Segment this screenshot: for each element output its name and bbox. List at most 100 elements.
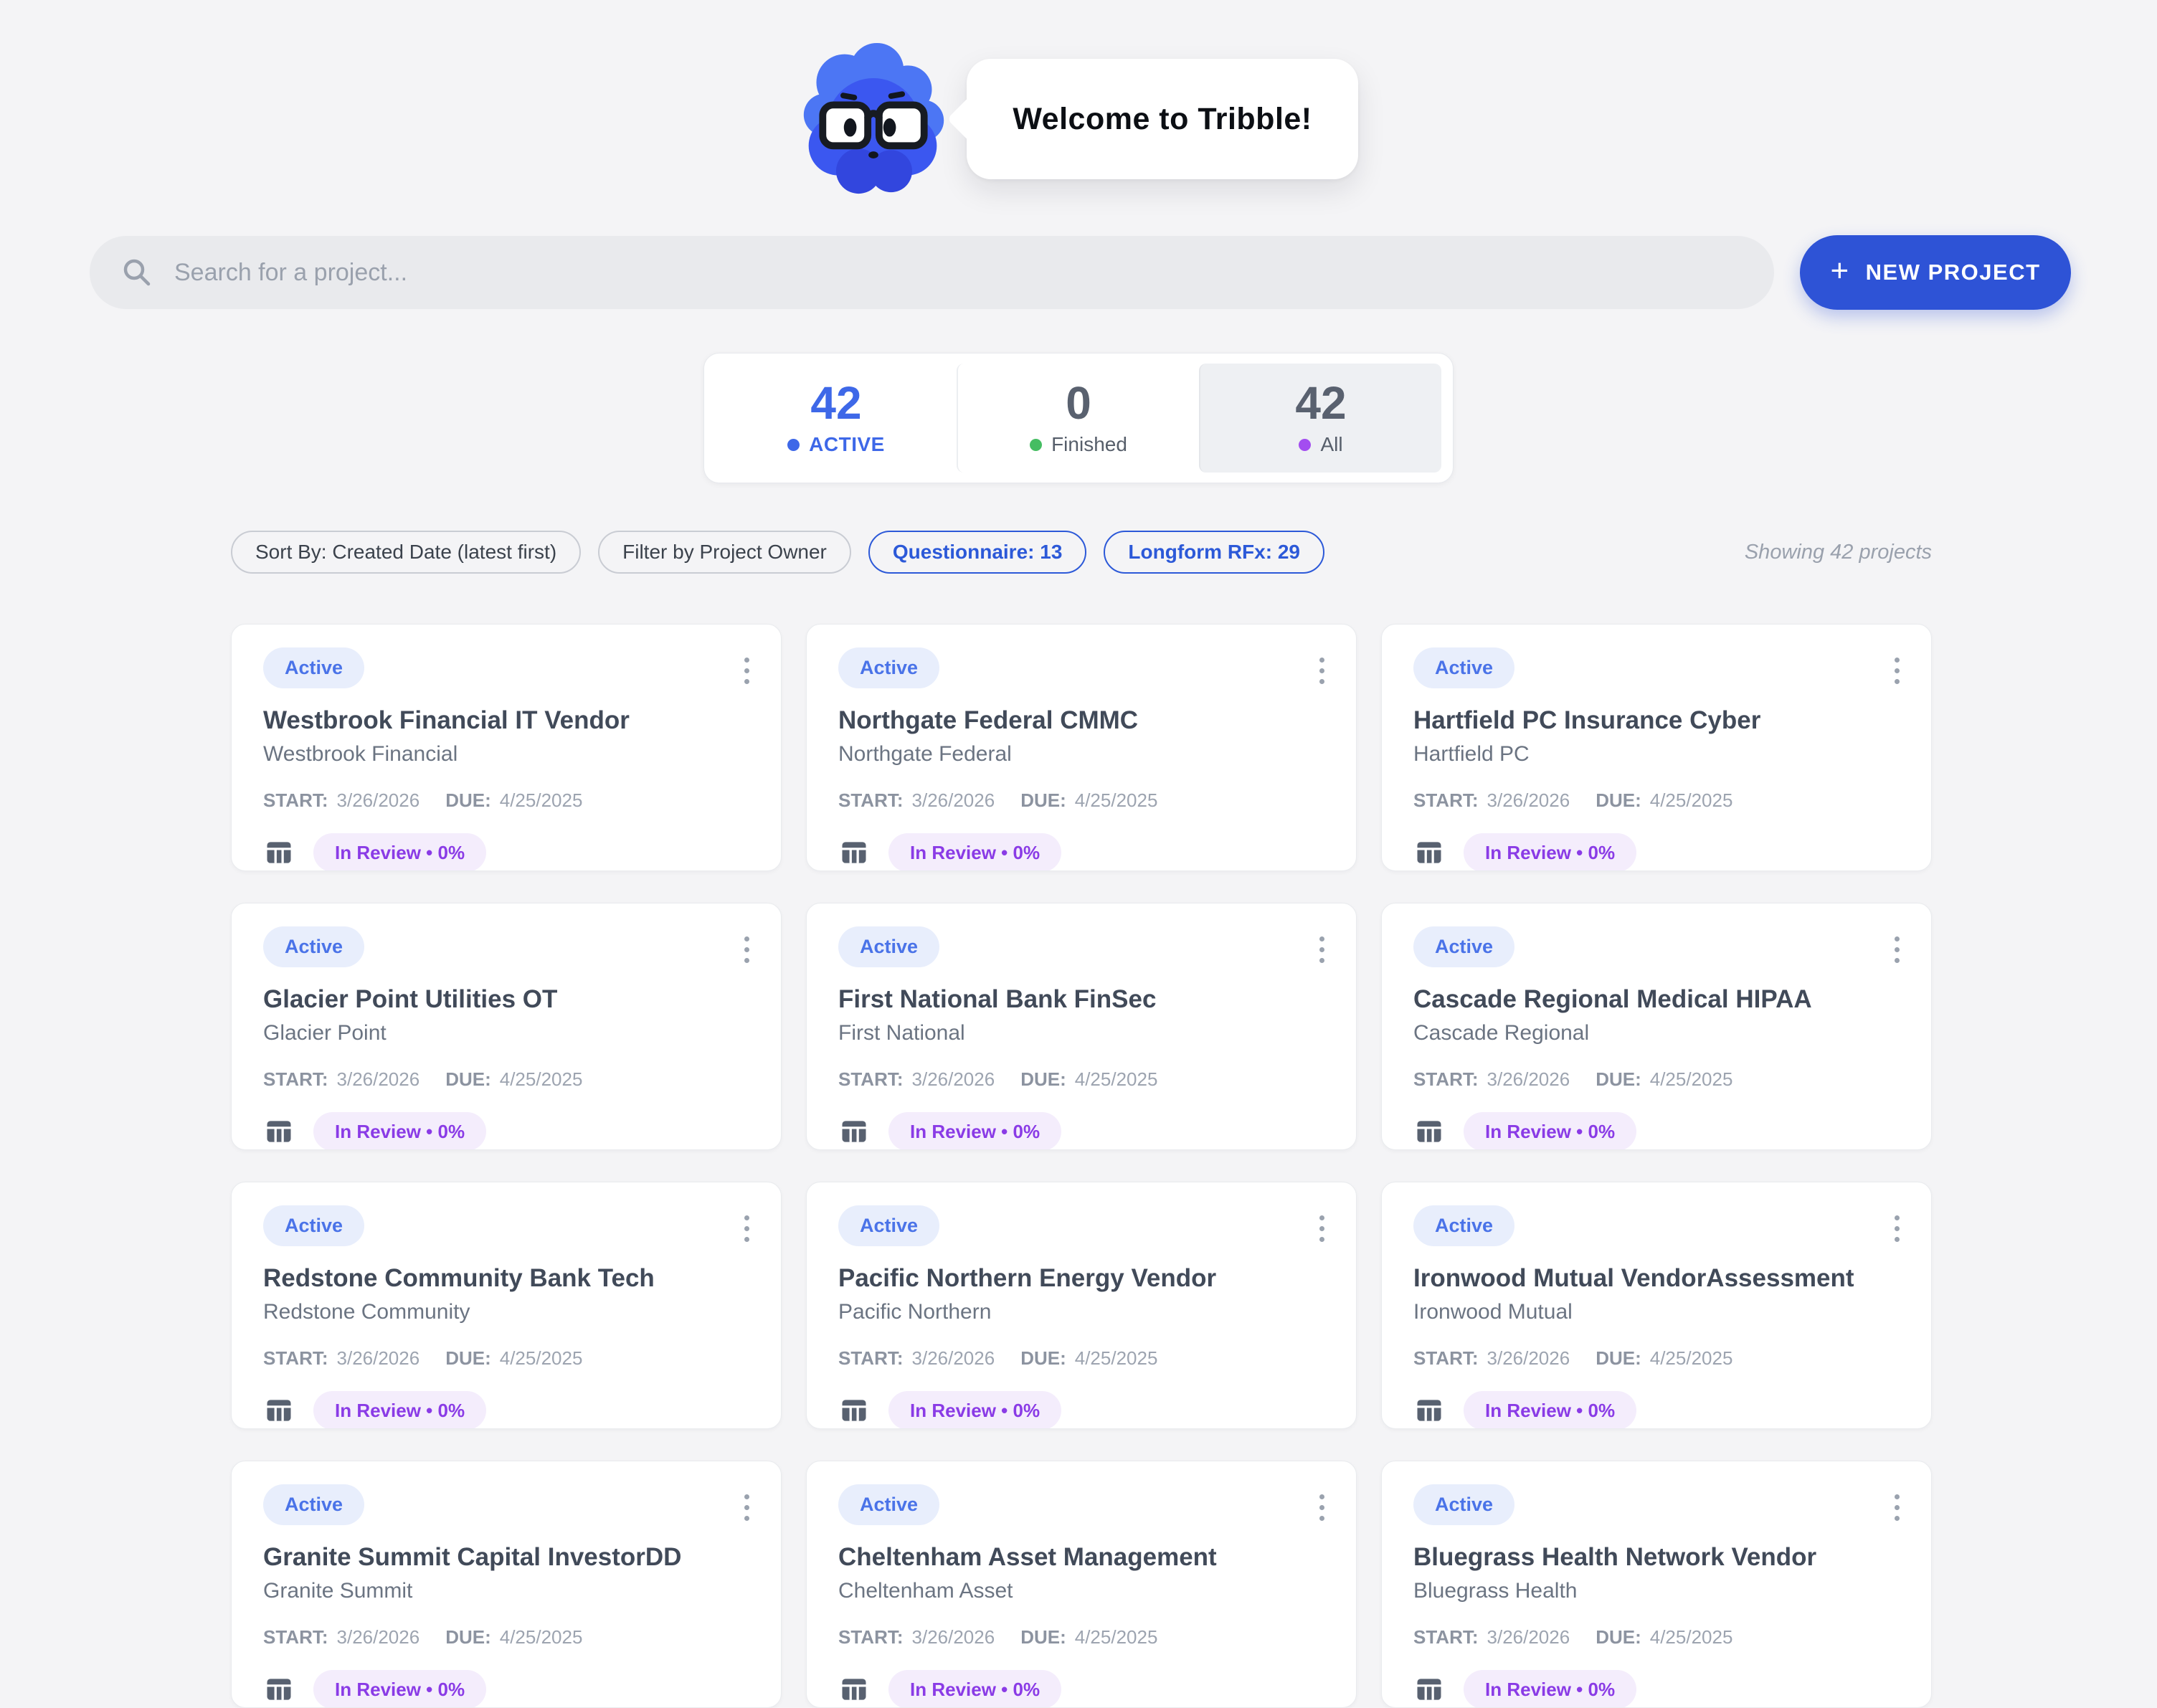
project-company: Ironwood Mutual <box>1413 1299 1900 1325</box>
kebab-menu-button[interactable] <box>1887 1208 1907 1249</box>
start-date: 3/26/2026 <box>912 1347 995 1370</box>
kebab-menu-button[interactable] <box>1312 650 1332 691</box>
all-dot-icon <box>1299 439 1311 451</box>
project-company: Redstone Community <box>263 1299 749 1325</box>
start-label: START: <box>838 1347 904 1370</box>
review-status-badge: In Review • 0% <box>1464 1112 1636 1150</box>
start-label: START: <box>263 1068 328 1091</box>
kebab-dot <box>1895 668 1900 673</box>
kebab-menu-button[interactable] <box>737 1487 757 1528</box>
due-date: 4/25/2025 <box>1650 1347 1733 1370</box>
longform-rfx-chip[interactable]: Longform RFx: 29 <box>1104 531 1324 574</box>
kebab-menu-button[interactable] <box>737 929 757 970</box>
project-title: Pacific Northern Energy Vendor <box>838 1263 1324 1294</box>
speech-bubble-tail <box>947 95 994 142</box>
due-date: 4/25/2025 <box>1075 1068 1158 1091</box>
due-label: DUE: <box>1020 1626 1066 1648</box>
project-dates: START: 3/26/2026 DUE: 4/25/2025 <box>1413 1347 1900 1370</box>
project-card[interactable]: Active Cascade Regional Medical HIPAA Ca… <box>1381 903 1932 1150</box>
project-card[interactable]: Active Granite Summit Capital InvestorDD… <box>231 1461 782 1708</box>
project-card[interactable]: Active Pacific Northern Energy Vendor Pa… <box>806 1182 1357 1429</box>
start-label: START: <box>1413 1626 1479 1648</box>
review-status-badge: In Review • 0% <box>888 1112 1061 1150</box>
table-icon <box>838 837 870 868</box>
table-icon <box>263 837 295 868</box>
kebab-dot <box>744 947 749 952</box>
plus-icon: + <box>1830 255 1849 287</box>
kebab-dot <box>744 658 749 663</box>
search-box[interactable] <box>90 236 1774 309</box>
project-card[interactable]: Active Hartfield PC Insurance Cyber Hart… <box>1381 624 1932 871</box>
kebab-dot <box>1319 936 1324 941</box>
new-project-button[interactable]: + NEW PROJECT <box>1800 235 2071 310</box>
review-status-badge: In Review • 0% <box>1464 1670 1636 1708</box>
kebab-menu-button[interactable] <box>1312 1487 1332 1528</box>
project-card[interactable]: Active Glacier Point Utilities OT Glacie… <box>231 903 782 1150</box>
project-card[interactable]: Active Westbrook Financial IT Vendor Wes… <box>231 624 782 871</box>
kebab-dot <box>1319 668 1324 673</box>
kebab-menu-button[interactable] <box>1312 1208 1332 1249</box>
showing-count-text: Showing 42 projects <box>1745 541 1932 564</box>
kebab-menu-button[interactable] <box>1887 650 1907 691</box>
kebab-menu-button[interactable] <box>1887 1487 1907 1528</box>
review-status-badge: In Review • 0% <box>888 1391 1061 1429</box>
project-title: Westbrook Financial IT Vendor <box>263 706 749 736</box>
stat-finished[interactable]: 0 Finished <box>957 364 1199 473</box>
card-footer: In Review • 0% <box>263 1391 749 1429</box>
meta-spacer <box>1003 1626 1012 1648</box>
sort-by-chip[interactable]: Sort By: Created Date (latest first) <box>231 531 581 574</box>
project-card[interactable]: Active First National Bank FinSec First … <box>806 903 1357 1150</box>
status-badge: Active <box>263 1484 364 1525</box>
table-icon <box>263 1674 295 1705</box>
kebab-dot <box>1895 947 1900 952</box>
kebab-menu-button[interactable] <box>1887 929 1907 970</box>
search-input[interactable] <box>173 258 1743 288</box>
status-badge: Active <box>1413 1205 1514 1246</box>
kebab-dot <box>744 679 749 684</box>
project-title: Cheltenham Asset Management <box>838 1542 1324 1572</box>
kebab-dot <box>1319 947 1324 952</box>
start-label: START: <box>263 1347 328 1370</box>
start-label: START: <box>838 1626 904 1648</box>
questionnaire-chip[interactable]: Questionnaire: 13 <box>868 531 1087 574</box>
stat-active[interactable]: 42 ACTIVE <box>716 364 957 473</box>
start-label: START: <box>838 789 904 812</box>
project-dates: START: 3/26/2026 DUE: 4/25/2025 <box>263 789 749 812</box>
new-project-label: NEW PROJECT <box>1866 260 2041 285</box>
due-date: 4/25/2025 <box>500 1347 583 1370</box>
project-card[interactable]: Active Redstone Community Bank Tech Reds… <box>231 1182 782 1429</box>
project-dates: START: 3/26/2026 DUE: 4/25/2025 <box>1413 1068 1900 1091</box>
table-icon <box>1413 1395 1445 1426</box>
all-count: 42 <box>1295 380 1346 426</box>
project-card[interactable]: Active Ironwood Mutual VendorAssessment … <box>1381 1182 1932 1429</box>
table-icon <box>1413 1116 1445 1147</box>
kebab-menu-button[interactable] <box>1312 929 1332 970</box>
kebab-menu-button[interactable] <box>737 650 757 691</box>
active-dot-icon <box>787 439 800 451</box>
due-label: DUE: <box>1020 789 1066 812</box>
project-title: Hartfield PC Insurance Cyber <box>1413 706 1900 736</box>
project-card[interactable]: Active Cheltenham Asset Management Chelt… <box>806 1461 1357 1708</box>
review-status-badge: In Review • 0% <box>313 1391 486 1429</box>
finished-label: Finished <box>1051 433 1127 456</box>
project-card[interactable]: Active Bluegrass Health Network Vendor B… <box>1381 1461 1932 1708</box>
start-date: 3/26/2026 <box>337 789 420 812</box>
meta-spacer <box>1578 1068 1587 1091</box>
project-title: Ironwood Mutual VendorAssessment <box>1413 1263 1900 1294</box>
kebab-dot <box>744 1215 749 1220</box>
kebab-dot <box>1895 1516 1900 1521</box>
card-footer: In Review • 0% <box>838 1670 1324 1708</box>
project-title: Granite Summit Capital InvestorDD <box>263 1542 749 1572</box>
project-title: Bluegrass Health Network Vendor <box>1413 1542 1900 1572</box>
stat-all[interactable]: 42 All <box>1199 364 1441 473</box>
kebab-dot <box>1319 1237 1324 1242</box>
project-card[interactable]: Active Northgate Federal CMMC Northgate … <box>806 624 1357 871</box>
kebab-menu-button[interactable] <box>737 1208 757 1249</box>
start-date: 3/26/2026 <box>1487 1347 1570 1370</box>
kebab-dot <box>1319 1505 1324 1510</box>
project-title: Glacier Point Utilities OT <box>263 985 749 1015</box>
card-footer: In Review • 0% <box>838 1391 1324 1429</box>
status-badge: Active <box>1413 926 1514 967</box>
filter-owner-chip[interactable]: Filter by Project Owner <box>598 531 851 574</box>
start-date: 3/26/2026 <box>1487 1068 1570 1091</box>
